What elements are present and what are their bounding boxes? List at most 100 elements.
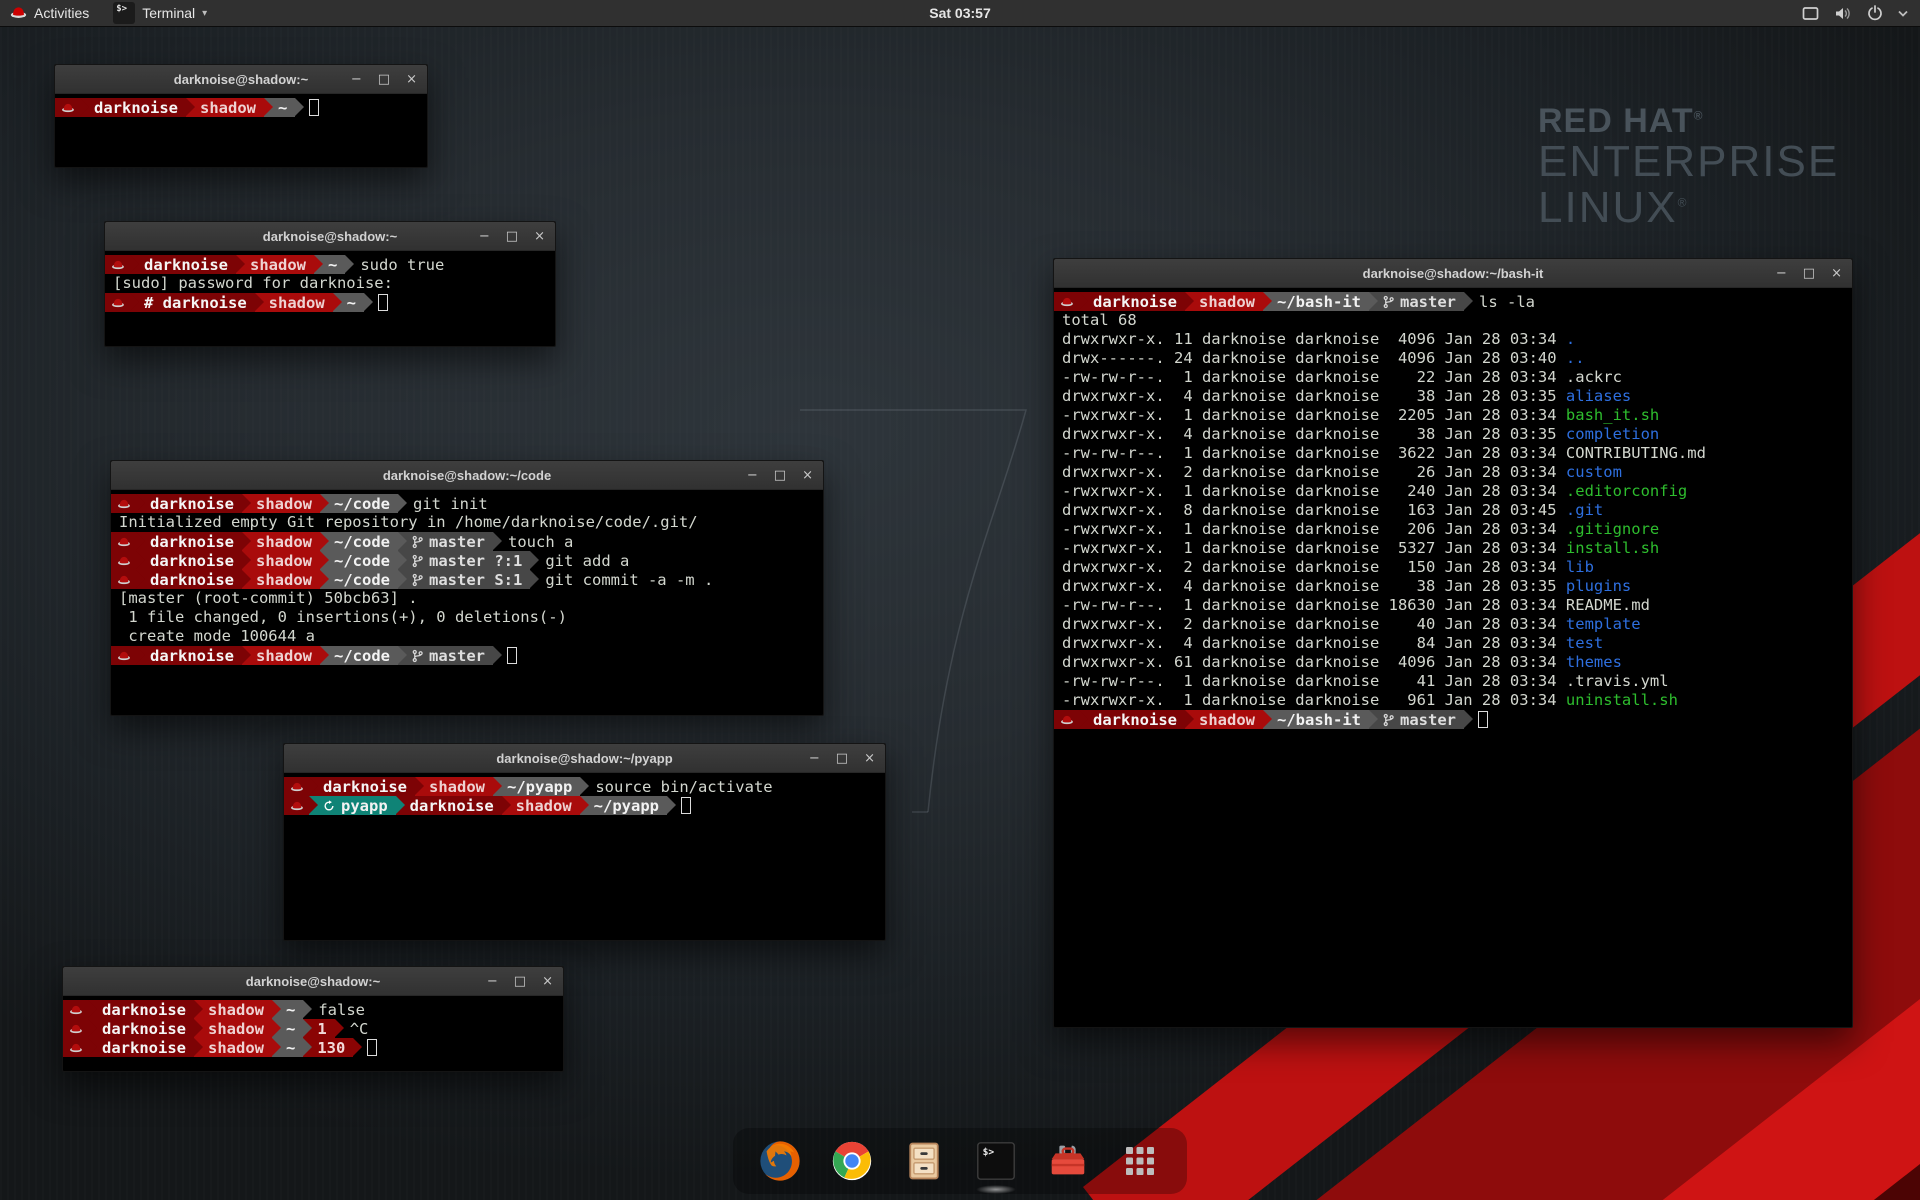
toolbox-dock-icon[interactable] xyxy=(1043,1136,1093,1186)
output-text: drwxrwxr-x. 8 darknoise darknoise 163 Ja… xyxy=(1062,501,1566,519)
output-line: drwxrwxr-x. 61 darknoise darknoise 4096 … xyxy=(1054,653,1852,672)
system-status-area[interactable] xyxy=(1802,0,1920,26)
powerline-segment-git: master xyxy=(398,532,493,551)
minimize-button[interactable]: − xyxy=(747,469,758,482)
maximize-button[interactable]: □ xyxy=(774,469,786,482)
minimize-button[interactable]: − xyxy=(351,73,362,86)
powerline-segment-user: darknoise xyxy=(130,255,236,274)
redhat-prompt-icon xyxy=(1054,710,1079,729)
redhat-prompt-icon xyxy=(284,777,309,796)
maximize-button[interactable]: □ xyxy=(836,752,848,765)
output-line: [sudo] password for darknoise: xyxy=(105,274,555,293)
activities-button[interactable]: Activities xyxy=(0,0,103,26)
output-text: README.md xyxy=(1566,596,1650,614)
close-button[interactable]: × xyxy=(864,752,875,765)
window-titlebar[interactable]: darknoise@shadow:~/code−□× xyxy=(111,461,823,490)
output-line: -rw-rw-r--. 1 darknoise darknoise 18630 … xyxy=(1054,596,1852,615)
window-titlebar[interactable]: darknoise@shadow:~/pyapp−□× xyxy=(284,744,885,773)
prompt-line: darknoiseshadow~ xyxy=(55,98,427,117)
powerline-segment-host: shadow xyxy=(186,98,264,117)
close-button[interactable]: × xyxy=(542,975,553,988)
app-menu-button[interactable]: $> Terminal ▾ xyxy=(103,0,217,26)
output-text: .travis.yml xyxy=(1566,672,1669,690)
terminal-dock-icon[interactable]: $> xyxy=(971,1136,1021,1186)
minimize-button[interactable]: − xyxy=(809,752,820,765)
firefox-dock-icon[interactable] xyxy=(755,1136,805,1186)
window-titlebar[interactable]: darknoise@shadow:~/bash-it−□× xyxy=(1054,259,1852,288)
output-text: [sudo] password for darknoise: xyxy=(113,274,393,292)
terminal-screen[interactable]: darknoiseshadow~/codegit initInitialized… xyxy=(111,490,823,720)
maximize-button[interactable]: □ xyxy=(506,230,518,243)
command-text: false xyxy=(318,1001,365,1019)
git-branch-icon xyxy=(412,649,423,663)
powerline-segment-dir: ~/code xyxy=(320,570,398,589)
prompt-line: darknoiseshadow~/codemaster xyxy=(111,646,823,665)
chrome-dock-icon[interactable] xyxy=(827,1136,877,1186)
output-line: drwxrwxr-x. 2 darknoise darknoise 26 Jan… xyxy=(1054,463,1852,482)
terminal-screen[interactable]: darknoiseshadow~falsedarknoiseshadow~1^C… xyxy=(63,996,563,1076)
output-text: drwxrwxr-x. 61 darknoise darknoise 4096 … xyxy=(1062,653,1566,671)
close-button[interactable]: × xyxy=(1831,267,1842,280)
output-text: drwxrwxr-x. 4 darknoise darknoise 38 Jan… xyxy=(1062,387,1566,405)
output-line: drwxrwxr-x. 2 darknoise darknoise 150 Ja… xyxy=(1054,558,1852,577)
minimize-button[interactable]: − xyxy=(487,975,498,988)
command-text: source bin/activate xyxy=(595,778,772,796)
output-line: Initialized empty Git repository in /hom… xyxy=(111,513,823,532)
filename-exec: install.sh xyxy=(1566,539,1659,557)
powerline-segment-dir: ~/code xyxy=(320,494,398,513)
terminal-screen[interactable]: darknoiseshadow~sudo true[sudo] password… xyxy=(105,251,555,351)
filename-dir: plugins xyxy=(1566,577,1631,595)
output-text: total 68 xyxy=(1062,311,1137,329)
output-text: drwxrwxr-x. 11 darknoise darknoise 4096 … xyxy=(1062,330,1566,348)
powerline-segment-host: shadow xyxy=(255,293,333,312)
filename-dir: custom xyxy=(1566,463,1622,481)
output-text: -rw-rw-r--. 1 darknoise darknoise 18630 … xyxy=(1062,596,1566,614)
app-menu-label: Terminal xyxy=(142,5,195,21)
close-button[interactable]: × xyxy=(802,469,813,482)
terminal-window: darknoise@shadow:~/pyapp−□×darknoiseshad… xyxy=(283,743,886,941)
window-titlebar[interactable]: darknoise@shadow:~−□× xyxy=(105,222,555,251)
output-line: -rwxrwxr-x. 1 darknoise darknoise 240 Ja… xyxy=(1054,482,1852,501)
close-button[interactable]: × xyxy=(406,73,417,86)
filename-dir: aliases xyxy=(1566,387,1631,405)
power-icon xyxy=(1867,5,1883,21)
output-line: 1 file changed, 0 insertions(+), 0 delet… xyxy=(111,608,823,627)
minimize-button[interactable]: − xyxy=(479,230,490,243)
close-button[interactable]: × xyxy=(534,230,545,243)
file-cabinet-dock-icon[interactable] xyxy=(899,1136,949,1186)
git-branch-icon xyxy=(1383,713,1394,727)
powerline-segment-host: shadow xyxy=(236,255,314,274)
redhat-prompt-icon xyxy=(111,570,136,589)
filename-dir: lib xyxy=(1566,558,1594,576)
minimize-button[interactable]: − xyxy=(1776,267,1787,280)
volume-icon xyxy=(1834,6,1852,21)
prompt-line: pyappdarknoiseshadow~/pyapp xyxy=(284,796,885,815)
powerline-segment-git: master S:1 xyxy=(398,570,530,589)
powerline-segment-dir: ~/code xyxy=(320,646,398,665)
redhat-prompt-icon xyxy=(63,1000,88,1019)
redhat-prompt-icon xyxy=(63,1038,88,1057)
app-grid-dock-icon[interactable] xyxy=(1115,1136,1165,1186)
output-text: drwxrwxr-x. 2 darknoise darknoise 26 Jan… xyxy=(1062,463,1566,481)
output-line: -rw-rw-r--. 1 darknoise darknoise 41 Jan… xyxy=(1054,672,1852,691)
filename-exec: bash_it.sh xyxy=(1566,406,1659,424)
output-text: -rwxrwxr-x. 1 darknoise darknoise 206 Ja… xyxy=(1062,520,1566,538)
prompt-line: darknoiseshadow~/pyappsource bin/activat… xyxy=(284,777,885,796)
window-titlebar[interactable]: darknoise@shadow:~−□× xyxy=(55,65,427,94)
maximize-button[interactable]: □ xyxy=(378,73,390,86)
terminal-screen[interactable]: darknoiseshadow~ xyxy=(55,94,427,172)
maximize-button[interactable]: □ xyxy=(514,975,526,988)
powerline-segment-user: darknoise xyxy=(88,1019,194,1038)
maximize-button[interactable]: □ xyxy=(1803,267,1815,280)
window-titlebar[interactable]: darknoise@shadow:~−□× xyxy=(63,967,563,996)
terminal-screen[interactable]: darknoiseshadow~/bash-itmasterls -latota… xyxy=(1054,288,1852,1032)
terminal-screen[interactable]: darknoiseshadow~/pyappsource bin/activat… xyxy=(284,773,885,945)
prompt-line: darknoiseshadow~/codegit init xyxy=(111,494,823,513)
clock-label[interactable]: Sat 03:57 xyxy=(0,5,1920,21)
powerline-segment-user: darknoise xyxy=(136,532,242,551)
powerline-segment-host: shadow xyxy=(194,1038,272,1057)
window-controls: − □ × xyxy=(487,975,563,988)
window-controls: − □ × xyxy=(809,752,885,765)
terminal-cursor xyxy=(681,797,691,814)
terminal-window: darknoise@shadow:~−□×darknoiseshadow~sud… xyxy=(104,221,556,347)
